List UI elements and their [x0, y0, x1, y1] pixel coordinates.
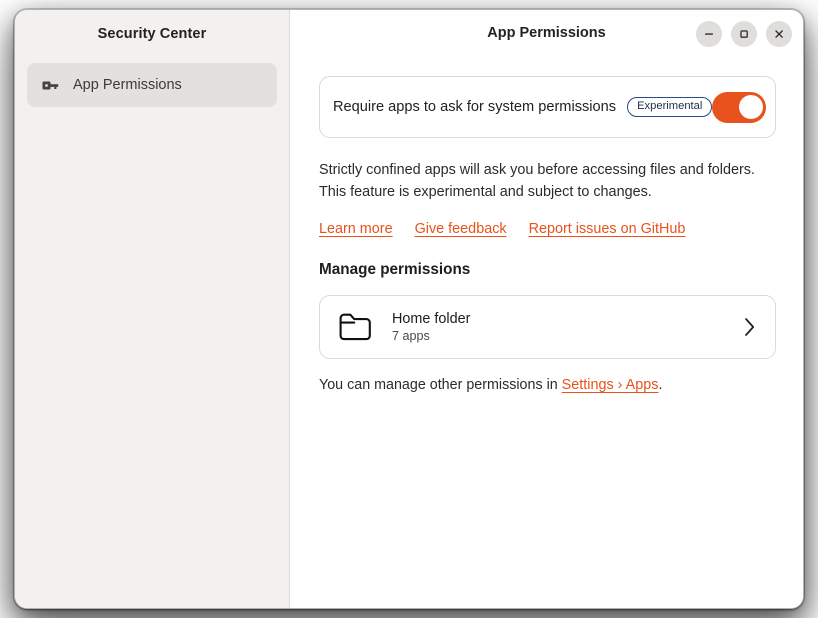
permission-subtitle: 7 apps [392, 329, 470, 343]
report-issues-link[interactable]: Report issues on GitHub [529, 221, 686, 237]
titlebar: App Permissions [290, 10, 803, 57]
permission-title: Home folder [392, 311, 470, 327]
minimize-button[interactable] [696, 21, 722, 47]
description-text: Strictly confined apps will ask you befo… [319, 159, 776, 204]
system-permissions-toggle-row: Require apps to ask for system permissio… [319, 76, 776, 138]
key-icon [41, 76, 60, 95]
give-feedback-link[interactable]: Give feedback [415, 221, 507, 237]
learn-more-link[interactable]: Learn more [319, 221, 393, 237]
toggle-knob [739, 95, 763, 119]
footer-note: You can manage other permissions in Sett… [319, 377, 776, 393]
main-pane: App Permissions [290, 10, 803, 608]
sidebar-item-app-permissions[interactable]: App Permissions [27, 63, 277, 107]
close-button[interactable] [766, 21, 792, 47]
chevron-right-icon[interactable] [741, 315, 758, 339]
experimental-badge: Experimental [627, 97, 712, 116]
permission-text-block: Home folder 7 apps [392, 311, 470, 343]
maximize-button[interactable] [731, 21, 757, 47]
sidebar-nav-list: App Permissions [15, 57, 289, 107]
sidebar-header: Security Center [15, 10, 289, 57]
sidebar-item-label: App Permissions [73, 77, 182, 93]
footer-note-suffix: . [658, 377, 662, 393]
folder-icon [336, 308, 374, 346]
settings-apps-link[interactable]: Settings › Apps [562, 377, 659, 393]
toggle-label: Require apps to ask for system permissio… [333, 99, 616, 115]
manage-permissions-heading: Manage permissions [319, 261, 776, 279]
application-window: Security Center App Permissions [14, 9, 804, 609]
help-links-row: Learn more Give feedback Report issues o… [319, 221, 776, 237]
content-area: Require apps to ask for system permissio… [290, 57, 803, 608]
desktop-background: Security Center App Permissions [0, 0, 818, 618]
require-permissions-toggle[interactable] [712, 92, 766, 123]
footer-note-prefix: You can manage other permissions in [319, 377, 562, 393]
window-controls [696, 21, 792, 47]
permission-row-home-folder[interactable]: Home folder 7 apps [319, 295, 776, 359]
sidebar: Security Center App Permissions [15, 10, 290, 608]
sidebar-title: Security Center [98, 26, 207, 42]
